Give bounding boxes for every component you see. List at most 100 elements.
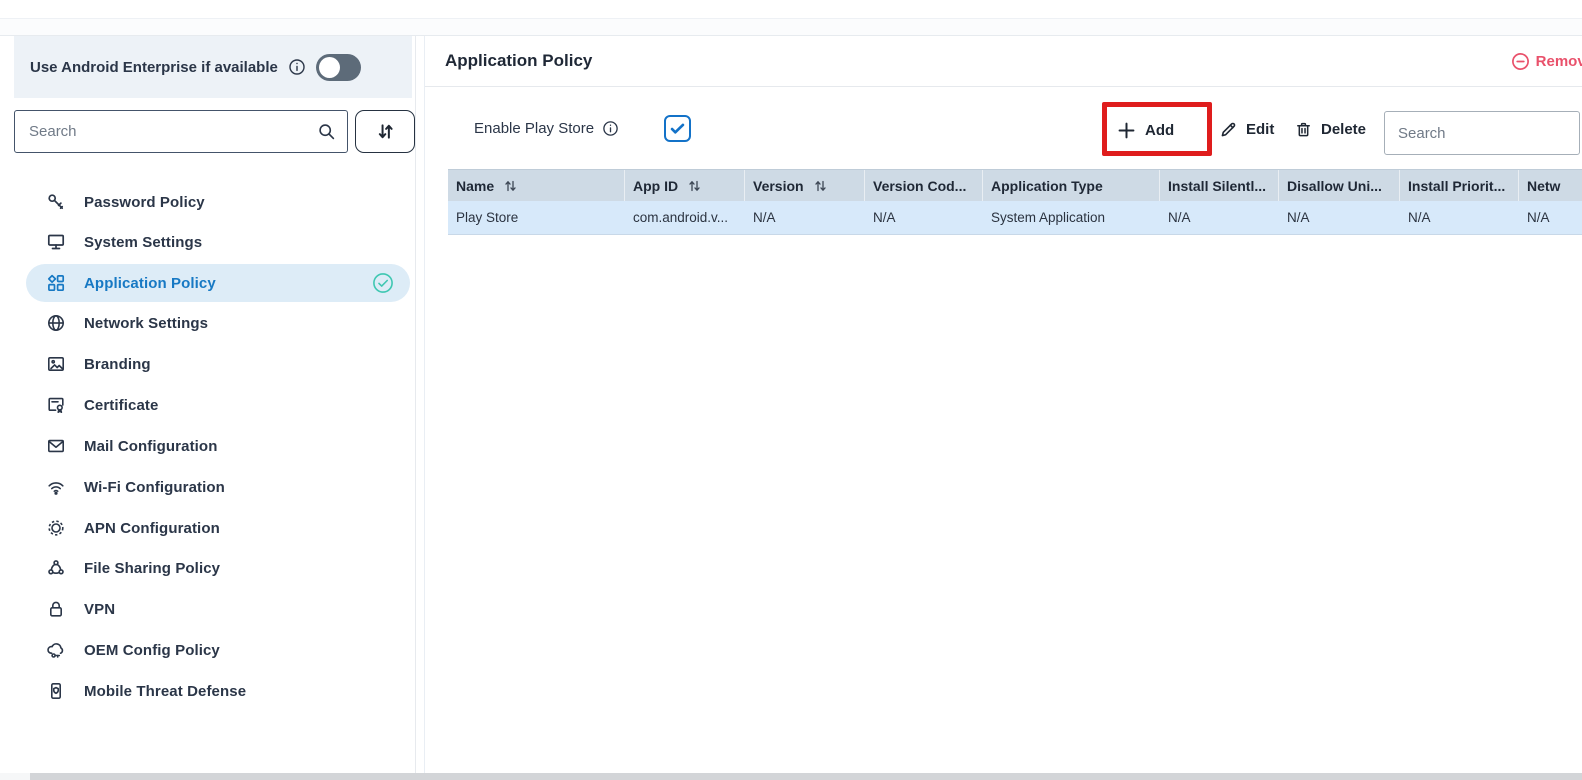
sidebar-item-mobile-threat-defense[interactable]: Mobile Threat Defense [14,672,412,710]
enable-play-store-checkbox[interactable] [664,115,691,142]
sidebar-item-label: Network Settings [84,315,208,332]
column-header-app-id[interactable]: App ID [625,170,745,201]
cell-app-id: com.android.v... [625,210,745,225]
configured-check-icon [372,272,394,294]
sidebar-item-network-settings[interactable]: Network Settings [14,304,412,342]
monitor-icon [46,232,66,252]
sort-icon[interactable] [814,179,827,193]
enable-play-store-row: Enable Play Store [474,120,619,137]
edit-button[interactable]: Edit [1219,120,1274,139]
checkmark-icon [668,119,687,138]
remove-button[interactable]: Remove [1511,52,1582,71]
column-header-install-priority[interactable]: Install Priorit... [1400,170,1519,201]
policy-editor-screen: Use Android Enterprise if available Pass… [0,0,1582,780]
sort-icon[interactable] [688,179,701,193]
app-table: Name App ID Version Version Cod... Appli… [448,169,1582,235]
sidebar-item-label: Application Policy [84,275,216,292]
delete-label: Delete [1321,121,1366,138]
table-header-row: Name App ID Version Version Cod... Appli… [448,169,1582,201]
sidebar-item-label: File Sharing Policy [84,560,220,577]
sidebar-search-input[interactable] [29,123,317,140]
sidebar-item-label: Mobile Threat Defense [84,683,246,700]
sidebar-item-vpn[interactable]: VPN [14,590,412,628]
sidebar-item-system-settings[interactable]: System Settings [14,223,412,261]
sort-arrows-icon [375,121,396,142]
phone-shield-icon [46,681,66,701]
image-icon [46,354,66,374]
sidebar-item-branding[interactable]: Branding [14,345,412,383]
add-button[interactable]: Add [1116,120,1174,141]
column-header-version[interactable]: Version [745,170,865,201]
minus-circle-icon [1511,52,1530,71]
sort-icon[interactable] [504,179,517,193]
top-band [0,19,1582,35]
android-enterprise-setting: Use Android Enterprise if available [14,36,412,98]
table-row[interactable]: Play Store com.android.v... N/A N/A Syst… [448,201,1582,235]
cell-name: Play Store [448,210,625,225]
gear-icon [46,518,66,538]
sidebar-item-apn-configuration[interactable]: APN Configuration [14,509,412,547]
sidebar-item-wifi-configuration[interactable]: Wi-Fi Configuration [14,468,412,506]
sidebar-item-label: APN Configuration [84,520,220,537]
sidebar-item-application-policy[interactable]: Application Policy [26,264,410,302]
cell-disallow-uninstall: N/A [1279,210,1400,225]
cloud-key-icon [46,640,66,660]
sidebar-item-label: Certificate [84,397,158,414]
policy-sidebar: Use Android Enterprise if available Pass… [12,36,416,773]
add-label: Add [1145,122,1174,139]
sidebar-item-label: Wi-Fi Configuration [84,479,225,496]
sidebar-sort-button[interactable] [355,110,415,153]
title-divider [425,86,1582,87]
sidebar-item-label: Mail Configuration [84,438,217,455]
toggle-knob [319,57,340,78]
column-header-application-type[interactable]: Application Type [983,170,1160,201]
share-icon [46,558,66,578]
cell-version-code: N/A [865,210,983,225]
sidebar-item-file-sharing-policy[interactable]: File Sharing Policy [14,549,412,587]
column-header-install-silently[interactable]: Install Silentl... [1160,170,1279,201]
application-policy-panel: Application Policy Remove Enable Play St… [424,36,1582,773]
column-header-name[interactable]: Name [448,170,625,201]
cell-version: N/A [745,210,865,225]
android-enterprise-label: Use Android Enterprise if available [30,59,278,76]
enable-play-store-label: Enable Play Store [474,120,594,137]
sidebar-item-oem-config-policy[interactable]: OEM Config Policy [14,631,412,669]
sidebar-item-label: Branding [84,356,151,373]
sidebar-item-label: VPN [84,601,115,618]
sidebar-item-label: Password Policy [84,194,205,211]
column-header-version-code[interactable]: Version Cod... [865,170,983,201]
app-grid-icon [46,273,66,293]
certificate-icon [46,395,66,415]
page-title: Application Policy [445,51,592,71]
cell-install-silently: N/A [1160,210,1279,225]
info-icon[interactable] [288,58,306,76]
cell-network: N/A [1519,210,1582,225]
lock-icon [46,599,66,619]
sidebar-search-box [14,110,348,153]
table-search-box [1384,111,1580,155]
remove-label: Remove [1536,53,1582,70]
horizontal-scrollbar-thumb[interactable] [30,773,1582,780]
column-header-disallow-uninstall[interactable]: Disallow Uni... [1279,170,1400,201]
table-search-input[interactable] [1398,125,1582,142]
wifi-icon [46,477,66,497]
plus-icon [1116,120,1137,141]
trash-icon [1294,120,1313,139]
cell-application-type: System Application [983,210,1160,225]
pencil-icon [1219,120,1238,139]
sidebar-item-label: System Settings [84,234,202,251]
sidebar-item-mail-configuration[interactable]: Mail Configuration [14,427,412,465]
cell-install-priority: N/A [1400,210,1519,225]
mail-icon [46,436,66,456]
delete-button[interactable]: Delete [1294,120,1366,139]
sidebar-item-password-policy[interactable]: Password Policy [14,183,412,221]
edit-label: Edit [1246,121,1274,138]
key-icon [46,192,66,212]
sidebar-item-certificate[interactable]: Certificate [14,386,412,424]
info-icon[interactable] [602,120,619,137]
globe-icon [46,313,66,333]
sidebar-item-label: OEM Config Policy [84,642,220,659]
search-icon[interactable] [317,122,337,142]
android-enterprise-toggle[interactable] [316,54,361,81]
column-header-network[interactable]: Netw [1519,170,1582,201]
